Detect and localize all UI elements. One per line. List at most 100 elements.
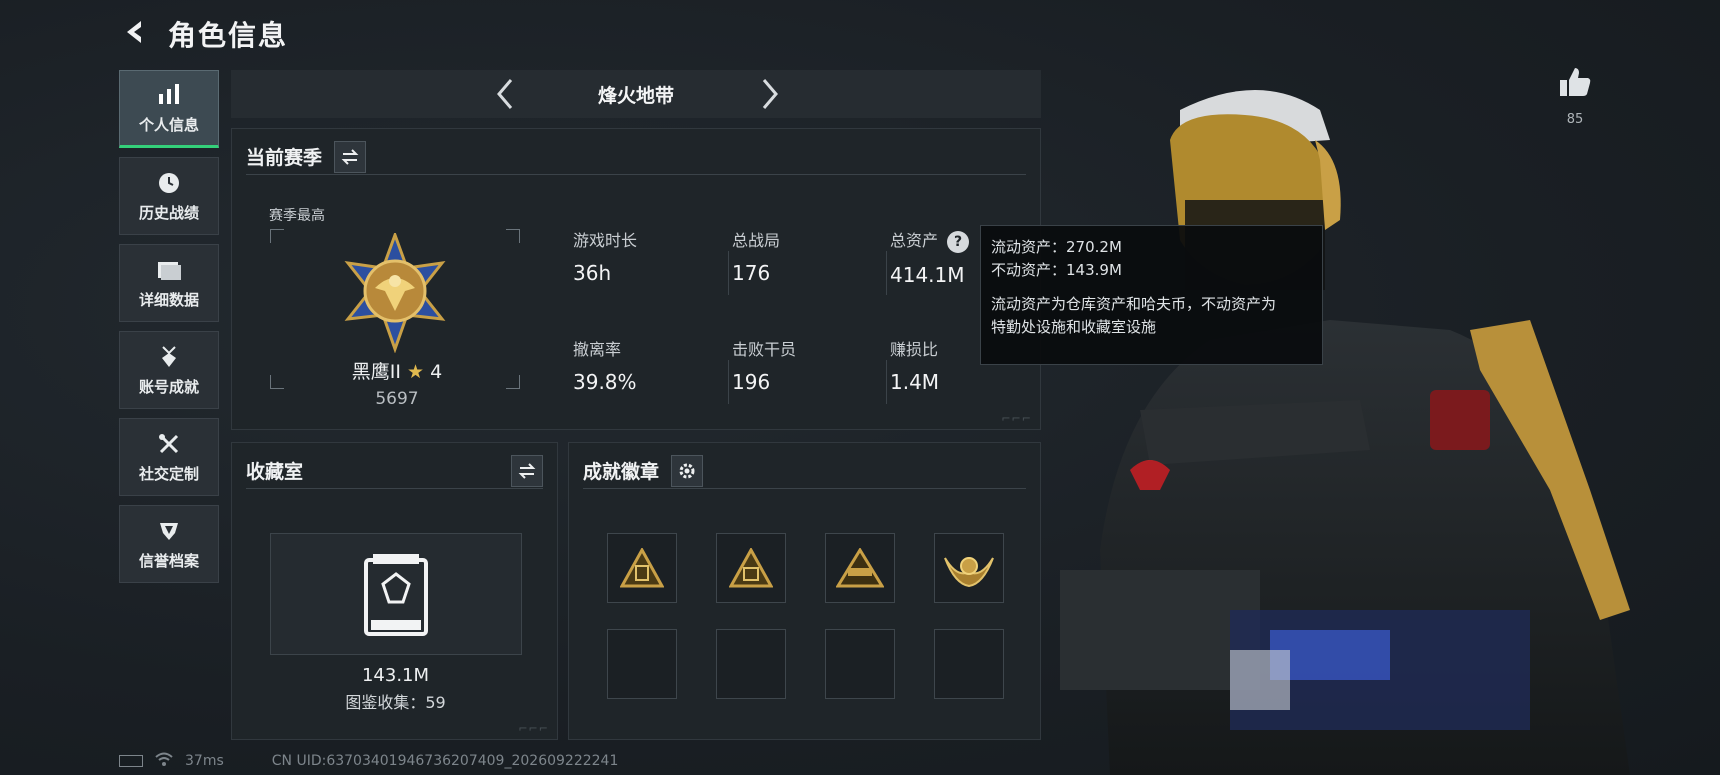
prev-season-button[interactable] — [489, 78, 521, 110]
badge-pyramid-icon — [729, 548, 773, 588]
stat-extraction-rate: 撤离率 39.8% — [573, 336, 713, 394]
sidebar-item-label: 详细数据 — [138, 290, 199, 309]
switch-mode-button[interactable] — [334, 140, 367, 173]
rank-name: 黑鹰II — [351, 361, 401, 383]
stat-value: 39.8% — [573, 370, 637, 394]
divider — [886, 251, 887, 295]
rank-display: 黑鹰II ★ 4 — [232, 357, 562, 384]
stat-total-matches: 总战局 176 — [732, 227, 872, 285]
assets-tooltip: 流动资产：270.2M 不动资产：143.9M 流动资产为仓库资产和哈夫币，不动… — [980, 225, 1323, 365]
character-model[interactable] — [1030, 70, 1680, 775]
season-name: 烽火地带 — [597, 84, 674, 107]
tooltip-fixed-assets: 不动资产：143.9M — [991, 260, 1122, 279]
chevron-right-icon — [762, 79, 778, 109]
chevron-left-icon — [497, 79, 513, 109]
rank-medal-icon — [344, 233, 446, 353]
tooltip-description-1: 流动资产为仓库资产和哈夫币，不动资产为 — [991, 295, 1277, 313]
rank-score: 5697 — [375, 389, 419, 409]
page-title: 角色信息 — [168, 19, 289, 52]
swap-icon — [518, 462, 536, 479]
panel-header: 收藏室 — [246, 453, 543, 489]
next-season-button[interactable] — [754, 78, 786, 110]
sidebar: 个人信息 历史战绩 详细数据 账号成就 社交定制 信誉档案 — [119, 70, 219, 592]
achievement-badge-3[interactable] — [825, 533, 895, 603]
stat-label: 击败干员 — [732, 340, 797, 359]
sidebar-item-social[interactable]: 社交定制 — [119, 418, 219, 496]
stat-label: 撤离率 — [573, 340, 622, 359]
achievement-badge-empty[interactable] — [607, 629, 677, 699]
like-count: 85 — [1566, 112, 1584, 127]
sidebar-item-label: 信誉档案 — [138, 551, 199, 570]
collection-count: 图鉴收集：59 — [345, 693, 446, 712]
season-switcher: 烽火地带 — [231, 70, 1041, 118]
badge-pyramid-icon — [620, 548, 664, 588]
badge-winged-icon — [944, 557, 994, 588]
help-icon[interactable]: ? — [947, 231, 970, 253]
panel-header: 当前赛季 — [246, 139, 1026, 175]
back-button[interactable] — [118, 14, 154, 50]
switch-collection-button[interactable] — [511, 454, 543, 487]
uid-text: CN UID:63703401946736207409_202609222241 — [271, 753, 619, 769]
clock-icon — [156, 170, 182, 196]
like-button[interactable] — [1556, 66, 1594, 102]
back-arrow-icon — [127, 21, 141, 43]
divider — [886, 360, 887, 404]
sidebar-item-reputation[interactable]: 信誉档案 — [119, 505, 219, 583]
stat-value: 196 — [732, 370, 771, 394]
tools-icon — [156, 431, 182, 457]
panel-header: 成就徽章 — [583, 453, 1026, 489]
panel-title: 收藏室 — [246, 461, 304, 483]
sidebar-item-label: 历史战绩 — [138, 203, 199, 222]
sidebar-item-personal-info[interactable]: 个人信息 — [119, 70, 219, 148]
sidebar-item-details[interactable]: 详细数据 — [119, 244, 219, 322]
vault-icon — [364, 554, 428, 636]
stat-play-time: 游戏时长 36h — [573, 227, 713, 285]
achievement-badge-1[interactable] — [607, 533, 677, 603]
sidebar-item-label: 个人信息 — [138, 115, 199, 134]
divider — [728, 251, 729, 295]
star-icon: ★ — [407, 361, 425, 383]
thumbs-up-icon — [1560, 68, 1591, 96]
sidebar-item-label: 社交定制 — [138, 464, 199, 483]
divider — [728, 360, 729, 404]
stat-label-text: 总资产 — [890, 231, 939, 250]
sidebar-item-label: 账号成就 — [138, 377, 199, 396]
stat-value: 176 — [732, 261, 771, 285]
shield-icon — [156, 518, 182, 544]
tooltip-liquid-assets: 流动资产：270.2M — [991, 238, 1122, 256]
status-bar: 37ms CN UID:63703401946736207409_2026092… — [119, 752, 630, 770]
folder-icon — [156, 257, 182, 283]
stat-label: 游戏时长 — [573, 231, 638, 250]
ping-value: 37ms — [185, 753, 224, 769]
achievement-badge-empty[interactable] — [716, 629, 786, 699]
season-best-label: 赛季最高 — [269, 208, 325, 224]
collection-panel: 收藏室 143.1M 图鉴收集：59 ⌐⌐⌐ — [231, 442, 558, 740]
current-season-panel: 当前赛季 赛季最高 黑鹰II ★ 4 5697 游戏时长 36h 总战局 176… — [231, 128, 1041, 430]
rank-stars: 4 — [430, 361, 443, 383]
sidebar-item-history[interactable]: 历史战绩 — [119, 157, 219, 235]
stat-value: 1.4M — [890, 370, 940, 394]
achievement-badge-empty[interactable] — [825, 629, 895, 699]
bar-chart-icon — [156, 82, 182, 108]
achievement-badge-2[interactable] — [716, 533, 786, 603]
tooltip-description-2: 特勤处设施和收藏室设施 — [991, 317, 1157, 336]
gear-icon — [679, 463, 695, 478]
medal-icon — [156, 344, 182, 370]
sidebar-item-achievements[interactable]: 账号成就 — [119, 331, 219, 409]
achievements-panel: 成就徽章 — [568, 442, 1041, 740]
stat-label: 总战局 — [732, 231, 781, 250]
battery-icon — [119, 755, 143, 767]
achievement-settings-button[interactable] — [671, 454, 704, 487]
panel-title: 当前赛季 — [246, 147, 323, 169]
swap-icon — [341, 148, 359, 165]
achievement-badge-4[interactable] — [934, 533, 1004, 603]
corner-decoration: ⌐⌐⌐ — [1001, 412, 1032, 425]
corner-decoration: ⌐⌐⌐ — [518, 722, 549, 735]
panel-title: 成就徽章 — [583, 461, 660, 483]
achievement-badge-empty[interactable] — [934, 629, 1004, 699]
collection-room-thumbnail[interactable] — [270, 533, 522, 655]
stat-kills: 击败干员 196 — [732, 336, 872, 394]
collection-value: 143.1M — [361, 665, 430, 686]
wifi-icon — [155, 752, 173, 770]
stat-value: 36h — [573, 261, 612, 285]
